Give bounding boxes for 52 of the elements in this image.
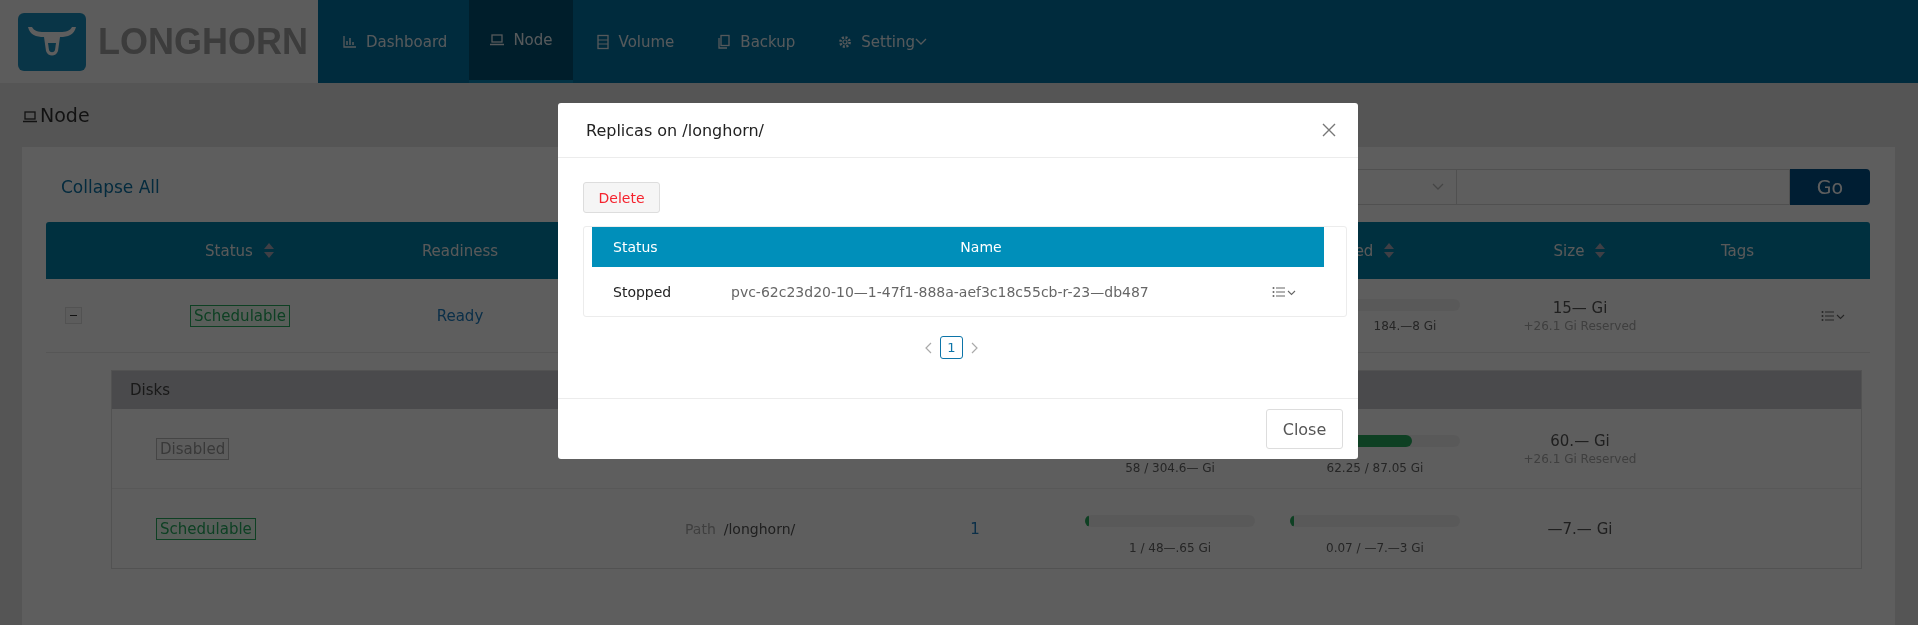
column-header: Readiness bbox=[421, 241, 499, 260]
usage-reading: 62.25 / 87.05 Gi bbox=[1326, 460, 1424, 475]
usage-reading: 184.—8 Gi bbox=[1373, 318, 1437, 333]
bull-logo-icon bbox=[18, 12, 86, 71]
expand-button[interactable] bbox=[65, 307, 82, 324]
caret-icon bbox=[1432, 183, 1444, 191]
close-icon[interactable] bbox=[1322, 123, 1336, 137]
replica-count-link[interactable]: 1 bbox=[970, 519, 980, 538]
page-button[interactable]: 1 bbox=[940, 336, 963, 359]
sort-icon[interactable] bbox=[1383, 243, 1396, 258]
path-value: /longhorn/ bbox=[723, 520, 796, 537]
collapse-all-link[interactable]: Collapse All bbox=[61, 177, 160, 197]
settings-icon bbox=[837, 33, 854, 50]
readiness-link[interactable]: Ready bbox=[436, 306, 484, 325]
column-header[interactable]: Status bbox=[205, 241, 253, 260]
status-tag: Schedulable bbox=[190, 304, 290, 327]
column-header: Tags bbox=[1720, 241, 1755, 260]
laptop-icon bbox=[22, 108, 38, 125]
sort-icon[interactable] bbox=[262, 243, 275, 258]
copy-icon bbox=[716, 33, 733, 50]
search-field[interactable] bbox=[1457, 169, 1790, 205]
list-menu-icon[interactable] bbox=[1820, 309, 1845, 322]
nav-tab[interactable]: Dashboard bbox=[322, 0, 468, 83]
column-header: Name bbox=[959, 239, 1003, 255]
list-menu-icon[interactable] bbox=[1271, 285, 1296, 298]
close-button[interactable]: Close bbox=[1266, 409, 1343, 449]
nav-tab[interactable]: Backup bbox=[696, 0, 816, 83]
usage-reading: 0.07 / —7.—3 Gi bbox=[1326, 540, 1424, 555]
nav-tab[interactable]: Setting bbox=[817, 0, 948, 83]
caret-icon bbox=[915, 37, 928, 46]
page-title: Node bbox=[40, 104, 90, 126]
server-icon bbox=[594, 33, 611, 50]
usage-reading: 1 / 48—.65 Gi bbox=[1128, 540, 1212, 555]
nav-tab[interactable]: Node bbox=[469, 0, 573, 83]
go-button[interactable]: Go bbox=[1790, 169, 1870, 205]
table-cell-text: Stopped bbox=[612, 283, 673, 300]
size-value: 60.— Gi bbox=[1550, 431, 1610, 450]
chevron-right-icon[interactable] bbox=[971, 341, 979, 354]
chevron-left-icon[interactable] bbox=[924, 341, 932, 354]
delete-button[interactable]: Delete bbox=[583, 182, 660, 213]
size-value: 15— Gi bbox=[1552, 298, 1608, 317]
usage-reading: 58 / 304.6— Gi bbox=[1125, 460, 1215, 475]
status-tag: Schedulable bbox=[156, 517, 256, 540]
laptop-icon bbox=[489, 32, 506, 48]
dialog-title: Replicas on /longhorn/ bbox=[586, 120, 764, 140]
size-value: —7.— Gi bbox=[1547, 519, 1613, 538]
table-cell-text: pvc-62c23d20-10—1-47f1-888a-aef3c18c55cb-r-23—db487 bbox=[730, 283, 1150, 300]
chart-icon bbox=[342, 33, 358, 50]
sort-icon[interactable] bbox=[1594, 243, 1607, 258]
column-header: Status bbox=[612, 239, 659, 255]
nav-tab[interactable]: Volume bbox=[574, 0, 695, 83]
column-header[interactable]: Size bbox=[1553, 241, 1585, 260]
